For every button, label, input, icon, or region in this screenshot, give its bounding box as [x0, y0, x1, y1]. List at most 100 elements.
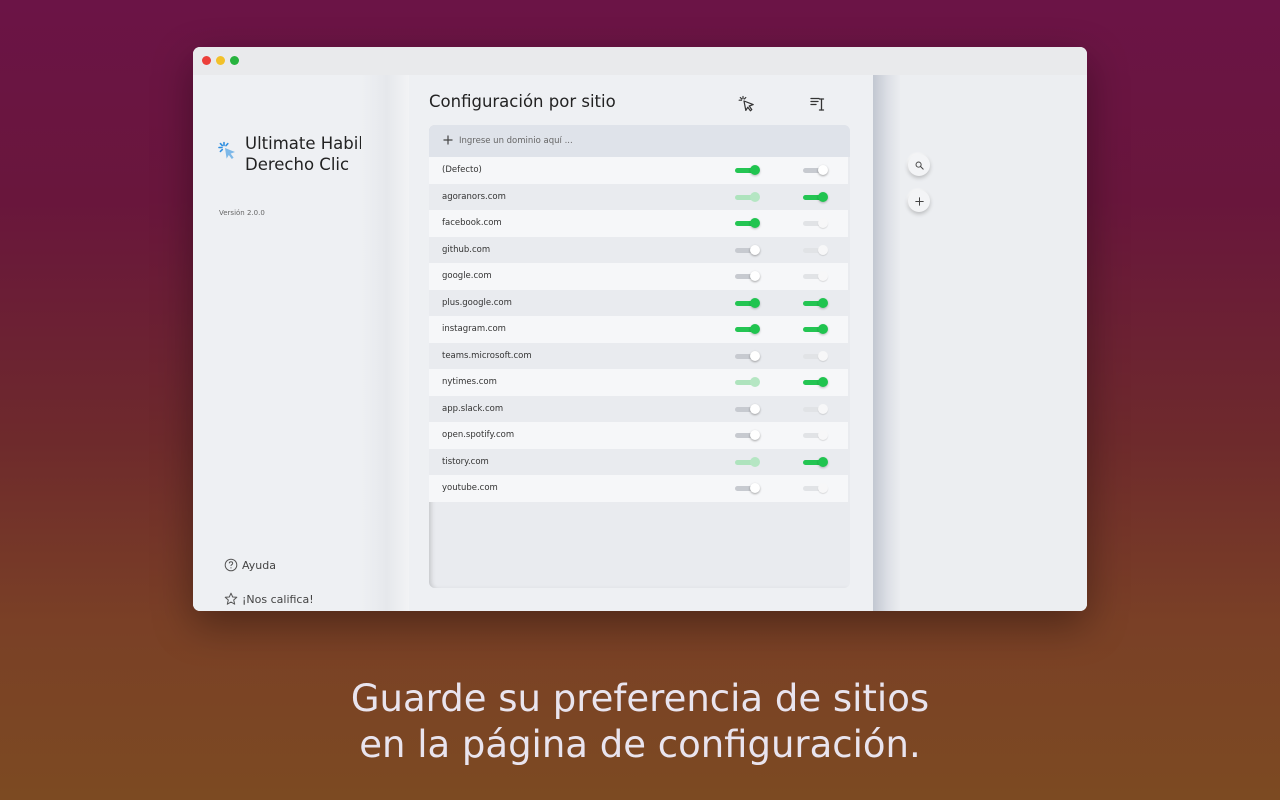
- table-row: facebook.com: [429, 210, 848, 237]
- text-select-toggle[interactable]: [802, 165, 828, 175]
- right-click-toggle[interactable]: [734, 165, 760, 175]
- text-select-toggle[interactable]: [802, 456, 828, 467]
- zoom-window-button[interactable]: [230, 56, 239, 65]
- domain-label: youtube.com: [442, 483, 498, 493]
- domain-label: tistory.com: [442, 456, 489, 467]
- search-icon: [915, 161, 924, 170]
- toggle-knob: [750, 218, 760, 228]
- toggle-knob: [750, 244, 760, 255]
- search-button[interactable]: [908, 154, 930, 176]
- toggle-knob: [818, 271, 828, 281]
- plus-icon: [914, 196, 924, 206]
- domain-label: google.com: [442, 271, 492, 281]
- page-title: Configuración por sitio: [429, 92, 616, 111]
- right-click-toggle[interactable]: [734, 377, 760, 387]
- text-select-toggle[interactable]: [802, 483, 828, 493]
- domain-label: nytimes.com: [442, 377, 497, 387]
- table-row: instagram.com: [429, 316, 848, 343]
- action-column: [901, 75, 1087, 611]
- add-site-button[interactable]: [908, 190, 930, 212]
- question-circle-icon: [224, 558, 238, 572]
- text-select-toggle[interactable]: [802, 403, 828, 414]
- toggle-knob: [750, 403, 760, 414]
- toggle-knob: [818, 350, 828, 361]
- toggle-knob: [750, 191, 760, 202]
- plus-icon[interactable]: [442, 134, 454, 146]
- text-select-toggle[interactable]: [802, 218, 828, 228]
- table-row: google.com: [429, 263, 848, 290]
- right-click-toggle[interactable]: [734, 191, 760, 202]
- text-select-icon: [810, 97, 825, 111]
- caption-line1: Guarde su preferencia de sitios: [350, 677, 930, 720]
- table-row: youtube.com: [429, 475, 848, 502]
- domain-label: teams.microsoft.com: [442, 350, 532, 361]
- table-row: teams.microsoft.com: [429, 342, 848, 369]
- text-select-toggle[interactable]: [802, 271, 828, 281]
- table-row: github.com: [429, 236, 848, 263]
- toggle-knob: [818, 244, 828, 255]
- domain-label: github.com: [442, 244, 491, 255]
- right-click-toggle[interactable]: [734, 271, 760, 281]
- text-select-toggle[interactable]: [802, 430, 828, 440]
- text-select-toggle[interactable]: [802, 244, 828, 255]
- domain-input[interactable]: [459, 131, 819, 151]
- star-outline-icon: [224, 592, 238, 605]
- toggle-knob: [818, 165, 828, 175]
- toggle-knob: [750, 297, 760, 308]
- text-select-toggle[interactable]: [802, 324, 828, 334]
- help-link[interactable]: Ayuda: [224, 558, 276, 572]
- text-select-toggle[interactable]: [802, 297, 828, 308]
- app-window: Ultimate Habilitar Derecho Clic Versión …: [193, 47, 1087, 611]
- right-click-toggle[interactable]: [734, 403, 760, 414]
- table-row: app.slack.com: [429, 395, 848, 422]
- toggle-knob: [750, 430, 760, 440]
- text-select-toggle[interactable]: [802, 377, 828, 387]
- toggle-knob: [750, 271, 760, 281]
- help-label: Ayuda: [242, 558, 276, 572]
- toggle-knob: [818, 430, 828, 440]
- right-click-toggle[interactable]: [734, 350, 760, 361]
- toggle-knob: [750, 377, 760, 387]
- toggle-knob: [818, 377, 828, 387]
- toggle-knob: [818, 456, 828, 467]
- right-click-toggle[interactable]: [734, 483, 760, 493]
- toggle-knob: [750, 324, 760, 334]
- toggle-knob: [750, 483, 760, 493]
- domain-label: open.spotify.com: [442, 430, 515, 440]
- toggle-knob: [818, 324, 828, 334]
- version-label: Versión 2.0.0: [219, 209, 265, 217]
- table-row: agoranors.com: [429, 183, 848, 210]
- right-click-toggle[interactable]: [734, 324, 760, 334]
- minimize-window-button[interactable]: [216, 56, 225, 65]
- right-click-toggle[interactable]: [734, 456, 760, 467]
- cursor-sparkle-icon: [218, 141, 235, 159]
- rate-label: ¡Nos califica!: [242, 592, 314, 606]
- domain-label: instagram.com: [442, 324, 506, 334]
- right-click-toggle[interactable]: [734, 430, 760, 440]
- table-row: open.spotify.com: [429, 422, 848, 449]
- promo-caption: Guarde su preferencia de sitios en la pá…: [0, 676, 1280, 768]
- toggle-knob: [750, 165, 760, 175]
- toggle-knob: [818, 191, 828, 202]
- right-click-toggle[interactable]: [734, 218, 760, 228]
- toggle-knob: [750, 350, 760, 361]
- domain-label: facebook.com: [442, 218, 502, 228]
- site-table: (Defecto) agoranors.com facebook.com github…: [429, 125, 850, 588]
- domain-list: (Defecto) agoranors.com facebook.com github…: [429, 157, 850, 502]
- rate-link[interactable]: ¡Nos califica!: [224, 592, 314, 606]
- toggle-knob: [818, 297, 828, 308]
- caption-line2: en la página de configuración.: [359, 723, 921, 766]
- table-row: (Defecto): [429, 157, 848, 184]
- domain-label: plus.google.com: [442, 297, 512, 308]
- site-settings-panel: Configuración por sitio Ingrese un domin…: [409, 75, 873, 611]
- toggle-knob: [750, 456, 760, 467]
- right-click-toggle[interactable]: [734, 244, 760, 255]
- text-select-toggle[interactable]: [802, 191, 828, 202]
- panel-divider: [873, 75, 901, 611]
- close-window-button[interactable]: [202, 56, 211, 65]
- domain-label: (Defecto): [442, 165, 482, 175]
- text-select-toggle[interactable]: [802, 350, 828, 361]
- title-bar: [193, 47, 1087, 75]
- toggle-knob: [818, 483, 828, 493]
- right-click-toggle[interactable]: [734, 297, 760, 308]
